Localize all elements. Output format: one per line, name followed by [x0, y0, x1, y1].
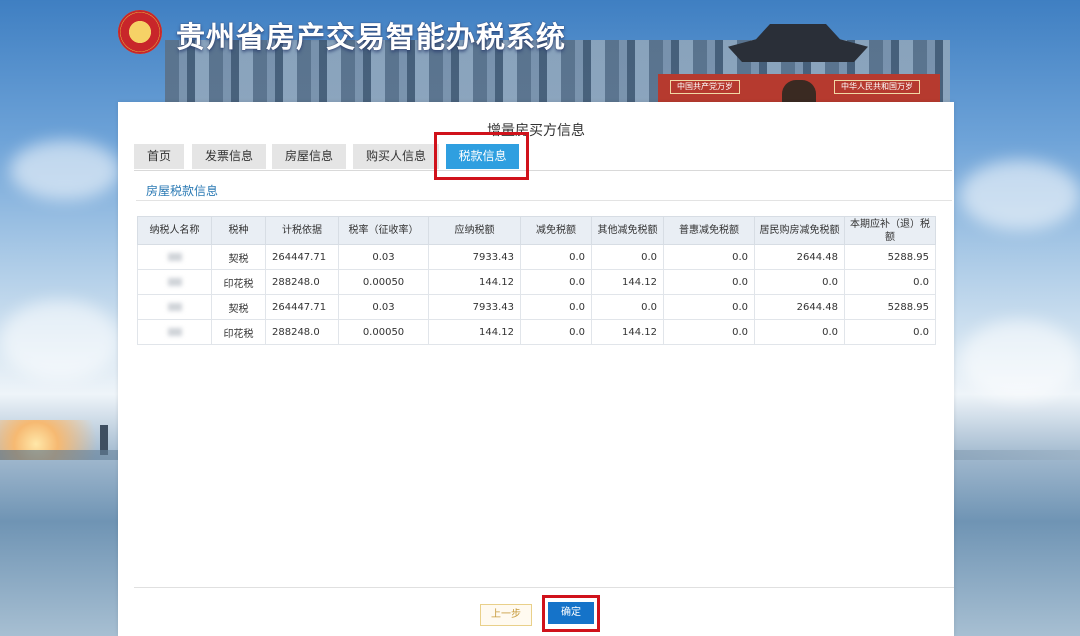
cell-reduction: 0.0: [520, 319, 592, 345]
header-gate-image: 中国共产党万岁 中华人民共和国万岁: [658, 24, 940, 102]
app-header: 中国共产党万岁 中华人民共和国万岁 贵州省房产交易智能办税系统: [0, 0, 1080, 102]
col-header-tax-type: 税种: [211, 216, 266, 245]
cell-reduction: 0.0: [520, 269, 592, 295]
cell-taxpayer-name: [137, 244, 212, 270]
gate-plaque-left: 中国共产党万岁: [670, 80, 740, 94]
table-header-row: 纳税人名称 税种 计税依据 税率（征收率） 应纳税额 减免税额 其他减免税额 普…: [137, 216, 936, 245]
cell-tax-payable: 7933.43: [428, 294, 521, 320]
cell-other-reduction: 0.0: [591, 244, 664, 270]
cell-tax-rate: 0.00050: [338, 319, 429, 345]
col-header-tax-payable: 应纳税额: [428, 216, 521, 245]
cell-tax-type: 印花税: [211, 319, 266, 345]
tab-bar: 首页 发票信息 房屋信息 购买人信息 税款信息: [134, 144, 952, 171]
background-cloud: [960, 160, 1080, 230]
highlight-box-tax-tab: [434, 132, 529, 180]
cell-tax-rate: 0.03: [338, 294, 429, 320]
redacted-name: [167, 327, 182, 336]
table-row: 印花税 288248.0 0.00050 144.12 0.0 144.12 0…: [137, 269, 936, 295]
section-divider: [136, 200, 952, 201]
cell-other-reduction: 144.12: [591, 269, 664, 295]
cell-inclusive-reduction: 0.0: [663, 319, 755, 345]
cell-taxpayer-name: [137, 319, 212, 345]
col-header-tax-rate: 税率（征收率）: [338, 216, 429, 245]
page-title: 增量房买方信息: [487, 123, 585, 139]
col-header-reduction: 减免税额: [520, 216, 592, 245]
col-header-resident-reduction: 居民购房减免税额: [754, 216, 845, 245]
col-header-other-reduction: 其他减免税额: [591, 216, 664, 245]
background-cloud: [960, 320, 1080, 400]
redacted-name: [167, 277, 182, 286]
main-panel: 增量房买方信息 首页 发票信息 房屋信息 购买人信息 税款信息 房屋税款信息 纳…: [118, 102, 954, 636]
cell-tax-basis: 288248.0: [265, 269, 339, 295]
cell-resident-reduction: 0.0: [754, 269, 845, 295]
tab-invoice-info[interactable]: 发票信息: [192, 144, 266, 169]
col-header-inclusive-reduction: 普惠减免税额: [663, 216, 755, 245]
cell-taxpayer-name: [137, 269, 212, 295]
cell-tax-type: 契税: [211, 244, 266, 270]
cell-reduction: 0.0: [520, 244, 592, 270]
tab-house-info[interactable]: 房屋信息: [272, 144, 346, 169]
cell-tax-basis: 288248.0: [265, 319, 339, 345]
cell-other-reduction: 0.0: [591, 294, 664, 320]
background-cloud: [10, 140, 120, 200]
gate-plaque-right: 中华人民共和国万岁: [834, 80, 920, 94]
cell-amount-due: 0.0: [844, 319, 936, 345]
background-cloud: [0, 300, 120, 380]
col-header-taxpayer-name: 纳税人名称: [137, 216, 212, 245]
cell-other-reduction: 144.12: [591, 319, 664, 345]
tax-table: 纳税人名称 税种 计税依据 税率（征收率） 应纳税额 减免税额 其他减免税额 普…: [137, 216, 936, 345]
cell-tax-payable: 7933.43: [428, 244, 521, 270]
cell-reduction: 0.0: [520, 294, 592, 320]
redacted-name: [167, 302, 182, 311]
tab-buyer-info[interactable]: 购买人信息: [353, 144, 439, 169]
footer-divider: [134, 587, 954, 588]
cell-resident-reduction: 2644.48: [754, 294, 845, 320]
cell-tax-payable: 144.12: [428, 319, 521, 345]
gate-roof: [728, 24, 868, 62]
cell-tax-payable: 144.12: [428, 269, 521, 295]
gate-door: [782, 80, 816, 102]
cell-amount-due: 5288.95: [844, 294, 936, 320]
tab-home[interactable]: 首页: [134, 144, 184, 169]
cell-amount-due: 0.0: [844, 269, 936, 295]
prev-step-button[interactable]: 上一步: [480, 604, 532, 626]
table-row: 契税 264447.71 0.03 7933.43 0.0 0.0 0.0 26…: [137, 244, 936, 270]
cell-inclusive-reduction: 0.0: [663, 244, 755, 270]
national-emblem-icon: [118, 10, 162, 54]
cell-inclusive-reduction: 0.0: [663, 294, 755, 320]
cell-tax-basis: 264447.71: [265, 294, 339, 320]
cell-taxpayer-name: [137, 294, 212, 320]
cell-amount-due: 5288.95: [844, 244, 936, 270]
cell-tax-type: 印花税: [211, 269, 266, 295]
table-row: 印花税 288248.0 0.00050 144.12 0.0 144.12 0…: [137, 319, 936, 345]
cell-tax-basis: 264447.71: [265, 244, 339, 270]
cell-tax-rate: 0.00050: [338, 269, 429, 295]
table-row: 契税 264447.71 0.03 7933.43 0.0 0.0 0.0 26…: [137, 294, 936, 320]
col-header-amount-due: 本期应补（退）税额: [844, 216, 936, 245]
cell-tax-rate: 0.03: [338, 244, 429, 270]
cell-resident-reduction: 2644.48: [754, 244, 845, 270]
redacted-name: [167, 252, 182, 261]
cell-inclusive-reduction: 0.0: [663, 269, 755, 295]
col-header-tax-basis: 计税依据: [265, 216, 339, 245]
app-title: 贵州省房产交易智能办税系统: [176, 20, 567, 54]
section-title: 房屋税款信息: [146, 184, 219, 198]
cell-tax-type: 契税: [211, 294, 266, 320]
highlight-box-confirm: [542, 595, 600, 632]
cell-resident-reduction: 0.0: [754, 319, 845, 345]
